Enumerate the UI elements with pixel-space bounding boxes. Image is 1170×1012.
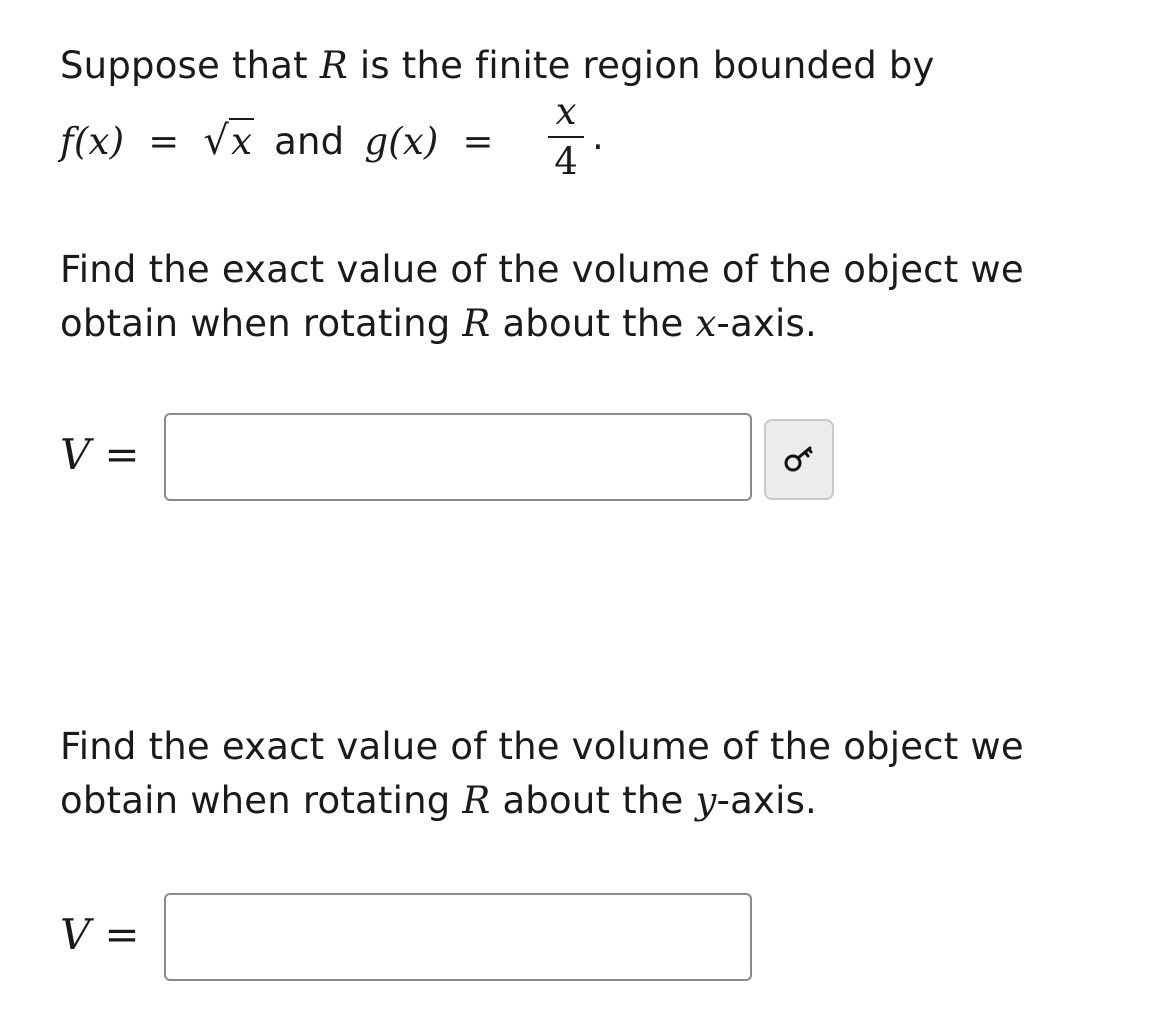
fraction-bar <box>548 136 584 138</box>
equals-sign: = <box>148 120 180 163</box>
question1-post: -axis. <box>716 302 817 345</box>
equals-sign-2: = <box>462 120 494 163</box>
answer2-input[interactable] <box>164 893 752 981</box>
question2-mid: about the <box>502 779 684 822</box>
fraction-numerator: x <box>555 90 577 133</box>
axis-variable-x: x <box>695 302 717 345</box>
volume-variable-2: V <box>60 910 91 959</box>
f-function-label: f(x) <box>60 120 125 163</box>
radicand: x <box>229 118 255 163</box>
intro-post-text: is the finite region bounded by <box>359 44 935 87</box>
g-function-label: g(x) <box>364 120 439 163</box>
g-fraction: x 4 <box>546 92 586 182</box>
key-icon <box>783 442 815 478</box>
intro-pre-text: Suppose that <box>60 44 308 87</box>
answer1-equals: = <box>104 430 140 479</box>
radical-symbol: √ <box>203 118 230 164</box>
axis-variable-y: y <box>695 779 717 822</box>
region-symbol-q2: R <box>462 779 491 822</box>
question2-line2: obtain when rotating R about the y-axis. <box>60 779 817 822</box>
region-symbol-q1: R <box>462 302 491 345</box>
question2-line1: Find the exact value of the volume of th… <box>60 725 1024 768</box>
problem-statement-line2: f(x) = √x and g(x) = <box>60 118 506 164</box>
fraction-denominator: 4 <box>554 140 578 183</box>
square-root-expression: √x <box>203 118 255 164</box>
question2-post: -axis. <box>716 779 818 822</box>
answer1-input[interactable] <box>164 413 752 501</box>
answer1-label: V = <box>60 430 140 479</box>
question1-mid: about the <box>502 302 684 345</box>
key-button[interactable] <box>764 419 834 500</box>
question1-line1: Find the exact value of the volume of th… <box>60 248 1024 291</box>
region-symbol: R <box>319 44 348 87</box>
statement-period: . <box>592 115 604 158</box>
and-text: and <box>274 120 345 163</box>
problem-statement-line1: Suppose that R is the finite region boun… <box>60 44 935 87</box>
answer2-equals: = <box>104 910 140 959</box>
volume-variable: V <box>60 430 91 479</box>
question1-pre: obtain when rotating <box>60 302 451 345</box>
answer2-label: V = <box>60 910 140 959</box>
question2-pre: obtain when rotating <box>60 779 451 822</box>
question1-line2: obtain when rotating R about the x-axis. <box>60 302 817 345</box>
